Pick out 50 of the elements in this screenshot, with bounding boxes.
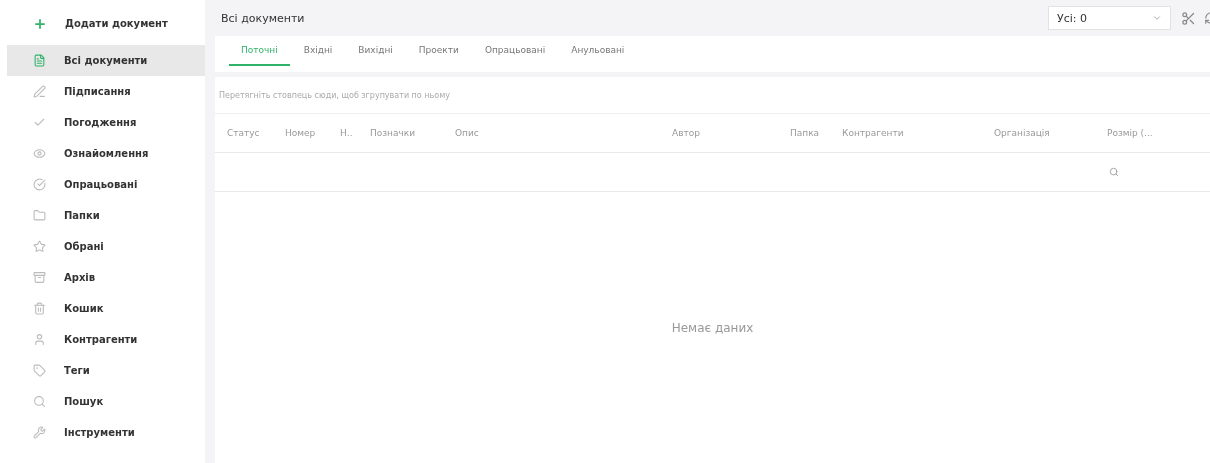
sidebar-item[interactable]: Архів (7, 262, 205, 293)
sidebar-item[interactable]: Папки (7, 200, 205, 231)
sidebar-item[interactable]: Опрацьовані (7, 169, 205, 200)
sidebar-icon (33, 364, 46, 377)
tab[interactable]: Проекти (406, 36, 471, 66)
sidebar-icon (33, 395, 46, 408)
page-title: Всі документи (221, 11, 306, 25)
column-header[interactable]: Розмір (... (1095, 128, 1185, 138)
sidebar-item[interactable]: Підписання (7, 76, 205, 107)
sidebar-item[interactable]: Контрагенти (7, 324, 205, 355)
sidebar-icon (33, 271, 46, 284)
sidebar-item[interactable]: Інструменти (7, 417, 205, 448)
empty-message: Немає даних (671, 320, 754, 335)
sidebar-item[interactable]: Пошук (7, 386, 205, 417)
tab[interactable]: Анульовані (559, 36, 637, 66)
sidebar-icon (33, 209, 46, 222)
sidebar-icon (33, 116, 46, 129)
tab[interactable]: Поточні (229, 36, 290, 66)
sidebar-item[interactable]: Всі документи (7, 45, 205, 76)
sidebar-icon (33, 333, 46, 346)
sidebar-icon (33, 147, 46, 160)
column-header[interactable]: Папка (778, 128, 830, 138)
column-header[interactable]: Номер (273, 128, 328, 138)
sidebar-icon (33, 302, 46, 315)
sidebar-item[interactable]: Кошик (7, 293, 205, 324)
group-panel-hint: Перетягніть стовпець сюди, щоб згрупувати по ньому (215, 77, 1210, 114)
column-header[interactable]: Позначки (358, 128, 443, 138)
chevron-down-icon (1152, 13, 1162, 23)
column-header[interactable]: Контрагенти (830, 128, 982, 138)
column-header[interactable]: Статус (215, 128, 273, 138)
column-header[interactable]: Н.. (328, 128, 358, 138)
column-header[interactable]: Опис (443, 128, 660, 138)
plus-icon (33, 16, 47, 31)
sidebar-icon (33, 85, 46, 98)
tab[interactable]: Вихідні (346, 36, 405, 66)
sidebar-icon (33, 54, 46, 67)
filter-select[interactable]: Усі: 0 (1048, 6, 1171, 30)
sidebar-item[interactable]: Обрані (7, 231, 205, 262)
column-header[interactable]: Автор (660, 128, 778, 138)
sidebar-item[interactable]: Теги (7, 355, 205, 386)
tab[interactable]: Опрацьовані (472, 36, 558, 66)
sidebar-item[interactable]: Погодження (7, 107, 205, 138)
sidebar-icon (33, 240, 46, 253)
sidebar-icon (33, 178, 46, 191)
sidebar-item[interactable]: Ознайомлення (7, 138, 205, 169)
column-header[interactable]: Організація (982, 128, 1095, 138)
sidebar-icon (33, 426, 46, 439)
add-document-button[interactable]: Додати документ (7, 8, 205, 39)
tab[interactable]: Вхідні (291, 36, 345, 66)
search-icon[interactable] (1109, 167, 1119, 177)
